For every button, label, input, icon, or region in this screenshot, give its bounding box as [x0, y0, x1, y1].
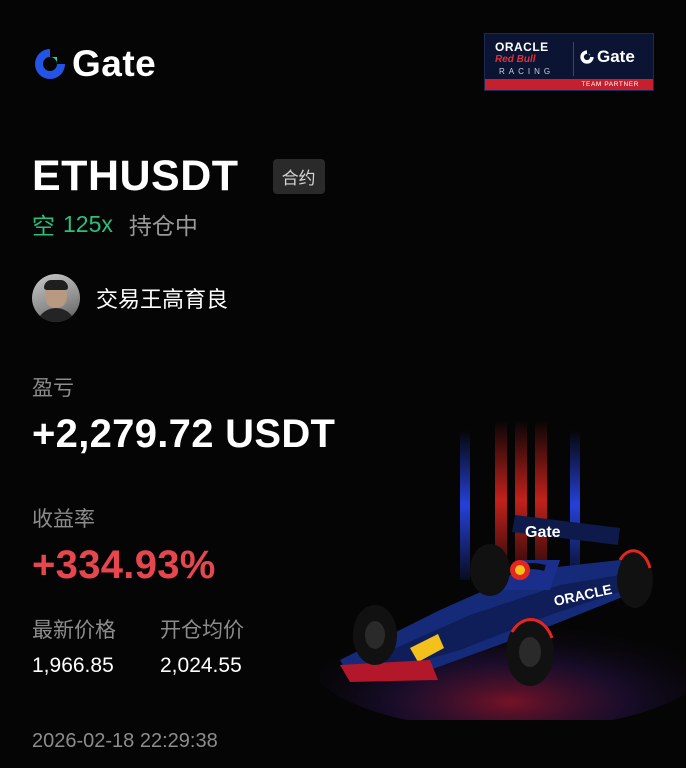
badge-gate-text: Gate	[597, 47, 635, 66]
team-partner-strip: TEAM PARTNER	[485, 79, 653, 90]
latest-price-label: 最新价格	[32, 619, 116, 642]
position-direction: 空	[32, 213, 55, 239]
trader-row: 交易王高育良	[32, 274, 228, 322]
entry-price-label: 开仓均价	[160, 619, 244, 642]
leverage: 125x	[63, 210, 113, 237]
roi-value: +334.93%	[32, 543, 216, 587]
pnl-value: +2,279.72 USDT	[32, 412, 336, 456]
roi-label: 收益率	[32, 508, 95, 531]
gate-logo-icon	[580, 50, 594, 64]
svg-text:Gate: Gate	[525, 524, 561, 541]
timestamp: 2026-02-18 22:29:38	[32, 730, 218, 752]
latest-price-value: 1,966.85	[32, 654, 114, 677]
entry-price-value: 2,024.55	[160, 654, 242, 677]
partner-badge: ORACLE Red Bull RACING Gate TEAM PARTNER	[484, 33, 654, 91]
brand-name: Gate	[72, 43, 157, 84]
redbull-logo-text: Red Bull	[495, 54, 536, 65]
avatar	[32, 274, 80, 322]
trading-pair: ETHUSDT	[32, 152, 239, 200]
pnl-label: 盈亏	[32, 377, 74, 400]
position-info-row: 空 125x 持仓中	[32, 207, 198, 241]
gate-logo-icon	[35, 49, 65, 79]
oracle-logo-text: ORACLE	[495, 40, 549, 54]
trader-name: 交易王高育良	[96, 287, 229, 312]
badge-gate-logo: Gate	[579, 47, 635, 67]
badge-divider	[573, 42, 574, 76]
f1-car-illustration: Gate ORACLE	[310, 420, 686, 730]
gate-logo: Gate	[32, 44, 156, 84]
pair-row: ETHUSDT 合约	[32, 152, 325, 201]
position-status: 持仓中	[128, 213, 198, 239]
contract-tag: 合约	[272, 159, 325, 194]
racing-logo-text: RACING	[499, 67, 555, 76]
